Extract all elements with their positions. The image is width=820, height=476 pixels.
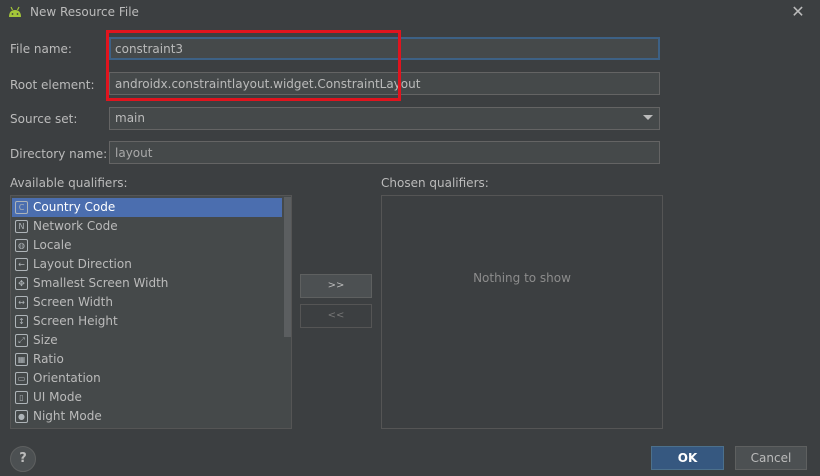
- size-icon: ⤢: [15, 334, 28, 347]
- available-qualifiers-label: Available qualifiers:: [10, 176, 128, 190]
- qualifier-item-label: Ratio: [33, 352, 64, 366]
- file-name-label: File name:: [10, 42, 72, 56]
- directory-name-field[interactable]: [109, 141, 660, 164]
- qualifier-item[interactable]: ▭ Orientation: [12, 369, 282, 388]
- source-set-label: Source set:: [10, 112, 78, 126]
- qualifier-item-label: Network Code: [33, 219, 118, 233]
- country-code-icon: C: [15, 201, 28, 214]
- ratio-icon: ▦: [15, 353, 28, 366]
- source-set-value: main: [115, 111, 145, 125]
- cancel-button[interactable]: Cancel: [735, 446, 807, 470]
- qualifier-item-label: UI Mode: [33, 390, 82, 404]
- qualifier-item[interactable]: ← Layout Direction: [12, 255, 282, 274]
- root-element-label: Root element:: [10, 78, 95, 92]
- add-qualifier-button[interactable]: >>: [300, 274, 372, 298]
- root-element-field[interactable]: [109, 72, 660, 95]
- qualifier-item-label: Orientation: [33, 371, 101, 385]
- layout-direction-icon: ←: [15, 258, 28, 271]
- qualifier-item-label: Locale: [33, 238, 72, 252]
- qualifier-item-label: Screen Height: [33, 314, 118, 328]
- qualifier-item[interactable]: C Country Code: [12, 198, 282, 217]
- chosen-qualifiers-list[interactable]: Nothing to show: [381, 195, 663, 429]
- qualifier-item[interactable]: ✥ Smallest Screen Width: [12, 274, 282, 293]
- qualifier-item[interactable]: ↔ Screen Width: [12, 293, 282, 312]
- globe-icon: ◍: [15, 239, 28, 252]
- qualifier-item[interactable]: N Network Code: [12, 217, 282, 236]
- chosen-qualifiers-label: Chosen qualifiers:: [381, 176, 489, 190]
- screen-width-icon: ↔: [15, 296, 28, 309]
- qualifier-item[interactable]: ⤢ Size: [12, 331, 282, 350]
- qualifier-item[interactable]: ◍ Locale: [12, 236, 282, 255]
- qualifier-item[interactable]: ● Night Mode: [12, 407, 282, 426]
- available-qualifiers-list[interactable]: C Country Code N Network Code ◍ Locale ← Layout…: [10, 195, 292, 429]
- list-scrollbar[interactable]: [284, 197, 291, 337]
- night-mode-icon: ●: [15, 410, 28, 423]
- chevron-down-icon[interactable]: [643, 115, 653, 120]
- smallest-width-icon: ✥: [15, 277, 28, 290]
- ok-button[interactable]: OK: [651, 446, 724, 470]
- orientation-icon: ▭: [15, 372, 28, 385]
- empty-state-text: Nothing to show: [473, 271, 571, 285]
- qualifier-item-label: Screen Width: [33, 295, 113, 309]
- file-name-field[interactable]: [109, 37, 660, 60]
- qualifier-item[interactable]: ▯ UI Mode: [12, 388, 282, 407]
- help-button[interactable]: ?: [10, 446, 36, 472]
- window-title: New Resource File: [30, 5, 139, 19]
- qualifier-item[interactable]: ▦ Ratio: [12, 350, 282, 369]
- qualifier-item-label: Country Code: [33, 200, 116, 214]
- qualifier-item-label: Layout Direction: [33, 257, 132, 271]
- title-bar: New Resource File ✕: [0, 0, 820, 26]
- source-set-select[interactable]: main: [109, 107, 660, 130]
- directory-name-label: Directory name:: [10, 147, 108, 161]
- android-icon: [9, 6, 21, 17]
- remove-qualifier-button[interactable]: <<: [300, 304, 372, 328]
- qualifier-item-label: Size: [33, 333, 58, 347]
- qualifier-item-label: Smallest Screen Width: [33, 276, 169, 290]
- ui-mode-icon: ▯: [15, 391, 28, 404]
- qualifier-item[interactable]: ↕ Screen Height: [12, 312, 282, 331]
- network-code-icon: N: [15, 220, 28, 233]
- close-icon[interactable]: ✕: [789, 3, 807, 21]
- qualifier-item-label: Night Mode: [33, 409, 102, 423]
- screen-height-icon: ↕: [15, 315, 28, 328]
